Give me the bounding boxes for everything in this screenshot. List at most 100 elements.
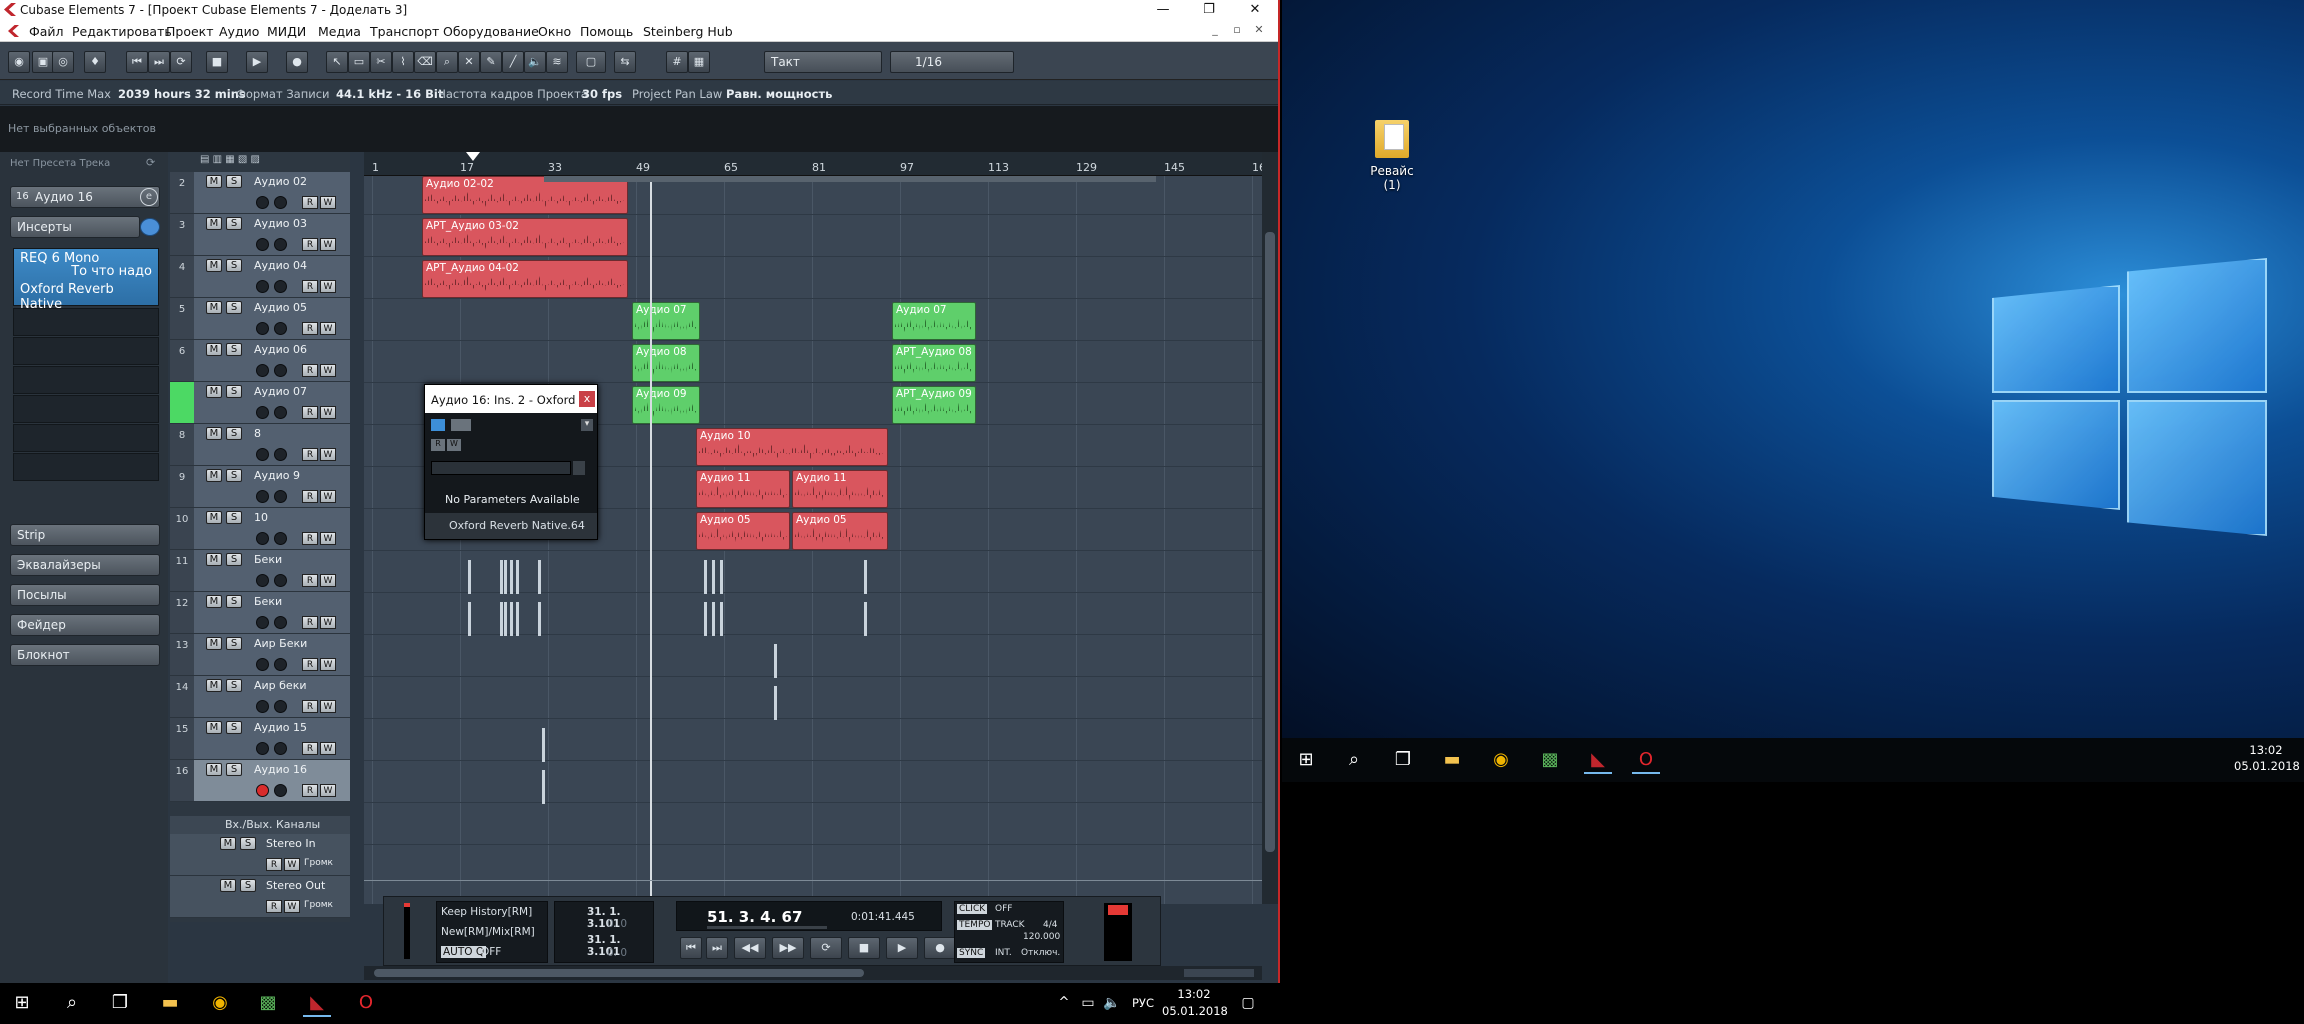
mute-button[interactable]: M [206,763,222,776]
audio-snippet[interactable] [864,560,867,594]
plugin-title[interactable]: Аудио 16: Ins. 2 - Oxford ... [425,385,597,413]
audio-snippet[interactable] [712,602,715,636]
horizontal-scrollbar[interactable] [364,966,1262,980]
opera-icon[interactable]: O [352,989,380,1017]
read-button[interactable]: R [302,784,318,797]
menu-media[interactable]: Медиа [318,24,361,39]
vertical-scroll-thumb[interactable] [1265,232,1275,852]
plugin-close-button[interactable]: x [579,391,595,407]
audio-event[interactable]: Аудио 07 [632,302,700,340]
secondary-clock-date[interactable]: 05.01.2018 [2234,758,2300,774]
audio-snippet[interactable] [712,560,715,594]
insert-slot-5[interactable] [13,366,159,394]
audio-snippet[interactable] [704,602,707,636]
mute-button[interactable]: M [206,175,222,188]
track-preset-label[interactable]: Нет Пресета Трека [10,158,110,169]
audio-event[interactable]: Аудио 11 [792,470,888,508]
eq-section[interactable]: Эквалайзеры [10,554,160,576]
read-button[interactable]: R [302,322,318,335]
horizontal-scroll-thumb[interactable] [374,969,864,977]
track-row[interactable]: 7MSАудио 07RW [170,382,350,424]
record-format-label[interactable]: Формат Записи [236,87,330,101]
audio-event[interactable]: АРТ_Аудио 03-02 [422,218,628,256]
solo-button[interactable]: S [240,879,256,892]
stereo-in-channel[interactable]: M S Stereo In R W Громк [170,834,350,876]
inserts-bypass-icon[interactable] [140,218,160,236]
track-name[interactable]: 10 [254,511,268,524]
record-enable-icon[interactable] [256,196,269,209]
audio-event[interactable]: АРТ_Аудио 08 [892,344,976,382]
ruler-bar-number[interactable]: 129 [1076,161,1097,174]
audio-event[interactable]: АРТ_Аудио 04-02 [422,260,628,298]
solo-button[interactable]: S [226,259,242,272]
go-to-end-button[interactable]: ⏭ [148,51,170,73]
record-enable-icon[interactable] [256,784,269,797]
track-name[interactable]: Аудио 9 [254,469,300,482]
plugin-menu-icon[interactable]: ▾ [581,419,593,431]
mute-button[interactable]: M [206,259,222,272]
chrome-icon[interactable]: ◉ [206,989,234,1017]
menu-file[interactable]: Файл [29,24,64,39]
mdi-restore-button[interactable]: ▫ [1228,23,1246,39]
mute-button[interactable]: M [206,553,222,566]
audio-snippet[interactable] [538,560,541,594]
record-format-value[interactable]: 44.1 kHz - 16 Bit [336,87,443,101]
desktop-folder-icon[interactable]: Ревайс (1) [1362,120,1422,192]
record-enable-icon[interactable] [256,532,269,545]
split-tool-icon[interactable]: ✂ [370,51,392,73]
audio-snippet[interactable] [720,602,723,636]
record-enable-icon[interactable] [256,322,269,335]
strip-section[interactable]: Strip [10,524,160,546]
transport-cycle-button[interactable]: ⟳ [810,937,842,959]
read-button[interactable]: R [302,406,318,419]
mute-button[interactable]: M [206,595,222,608]
draw-tool-icon[interactable]: ✎ [480,51,502,73]
stereo-out-channel[interactable]: M S Stereo Out R W Громк [170,876,350,918]
left-locator-marker[interactable] [466,152,480,161]
speaker-tool-icon[interactable]: 🔈 [524,51,546,73]
insert-slot-4[interactable] [13,337,159,365]
audio-snippet[interactable] [542,728,545,762]
transport-record-button[interactable]: ● [924,937,956,959]
write-button[interactable]: W [320,196,336,209]
search-icon[interactable]: ⌕ [1340,746,1368,774]
record-enable-icon[interactable] [256,658,269,671]
plugin-read-button[interactable]: R [431,439,445,451]
audio-snippet[interactable] [538,602,541,636]
close-button[interactable]: ✕ [1232,0,1278,20]
solo-button[interactable]: S [226,343,242,356]
notifications-icon[interactable]: ▢ [1234,989,1262,1017]
record-enable-icon[interactable] [256,406,269,419]
menu-project[interactable]: Проект [166,24,214,39]
write-button[interactable]: W [320,448,336,461]
write-button[interactable]: W [320,742,336,755]
track-name[interactable]: Аир беки [254,679,307,692]
audio-event[interactable]: Аудио 05 [696,512,790,550]
monitor-icon[interactable] [274,658,287,671]
write-button[interactable]: W [320,532,336,545]
read-button[interactable]: R [302,616,318,629]
plugin-power-button[interactable] [431,419,445,431]
keep-history-label[interactable]: Keep History[RM] [441,906,532,918]
solo-button[interactable]: S [226,385,242,398]
read-button[interactable]: R [302,196,318,209]
audio-snippet[interactable] [774,644,777,678]
audio-event[interactable]: Аудио 09 [632,386,700,424]
zoom-tool-icon[interactable]: ⌕ [436,51,458,73]
grid-type-button[interactable]: ▦ [688,51,710,73]
audio-snippet[interactable] [510,602,513,636]
audio-snippet[interactable] [774,686,777,720]
plugin-window[interactable]: Аудио 16: Ins. 2 - Oxford ... x ▾ R W No… [424,384,598,540]
track-row[interactable]: 10 M S 10 R W [170,508,350,550]
read-button[interactable]: R [302,700,318,713]
audio-snippet[interactable] [500,602,503,636]
rewind-button[interactable]: ◀◀ [734,937,766,959]
write-button[interactable]: W [320,238,336,251]
record-enable-icon[interactable] [256,280,269,293]
audio-snippet[interactable] [864,602,867,636]
plugin-preset-field[interactable] [431,461,571,475]
plugin-write-button[interactable]: W [447,439,461,451]
track-row[interactable]: 4 M S Аудио 04 R W [170,256,350,298]
opera-icon[interactable]: O [1632,746,1660,774]
menu-steinberg-hub[interactable]: Steinberg Hub [643,24,733,39]
